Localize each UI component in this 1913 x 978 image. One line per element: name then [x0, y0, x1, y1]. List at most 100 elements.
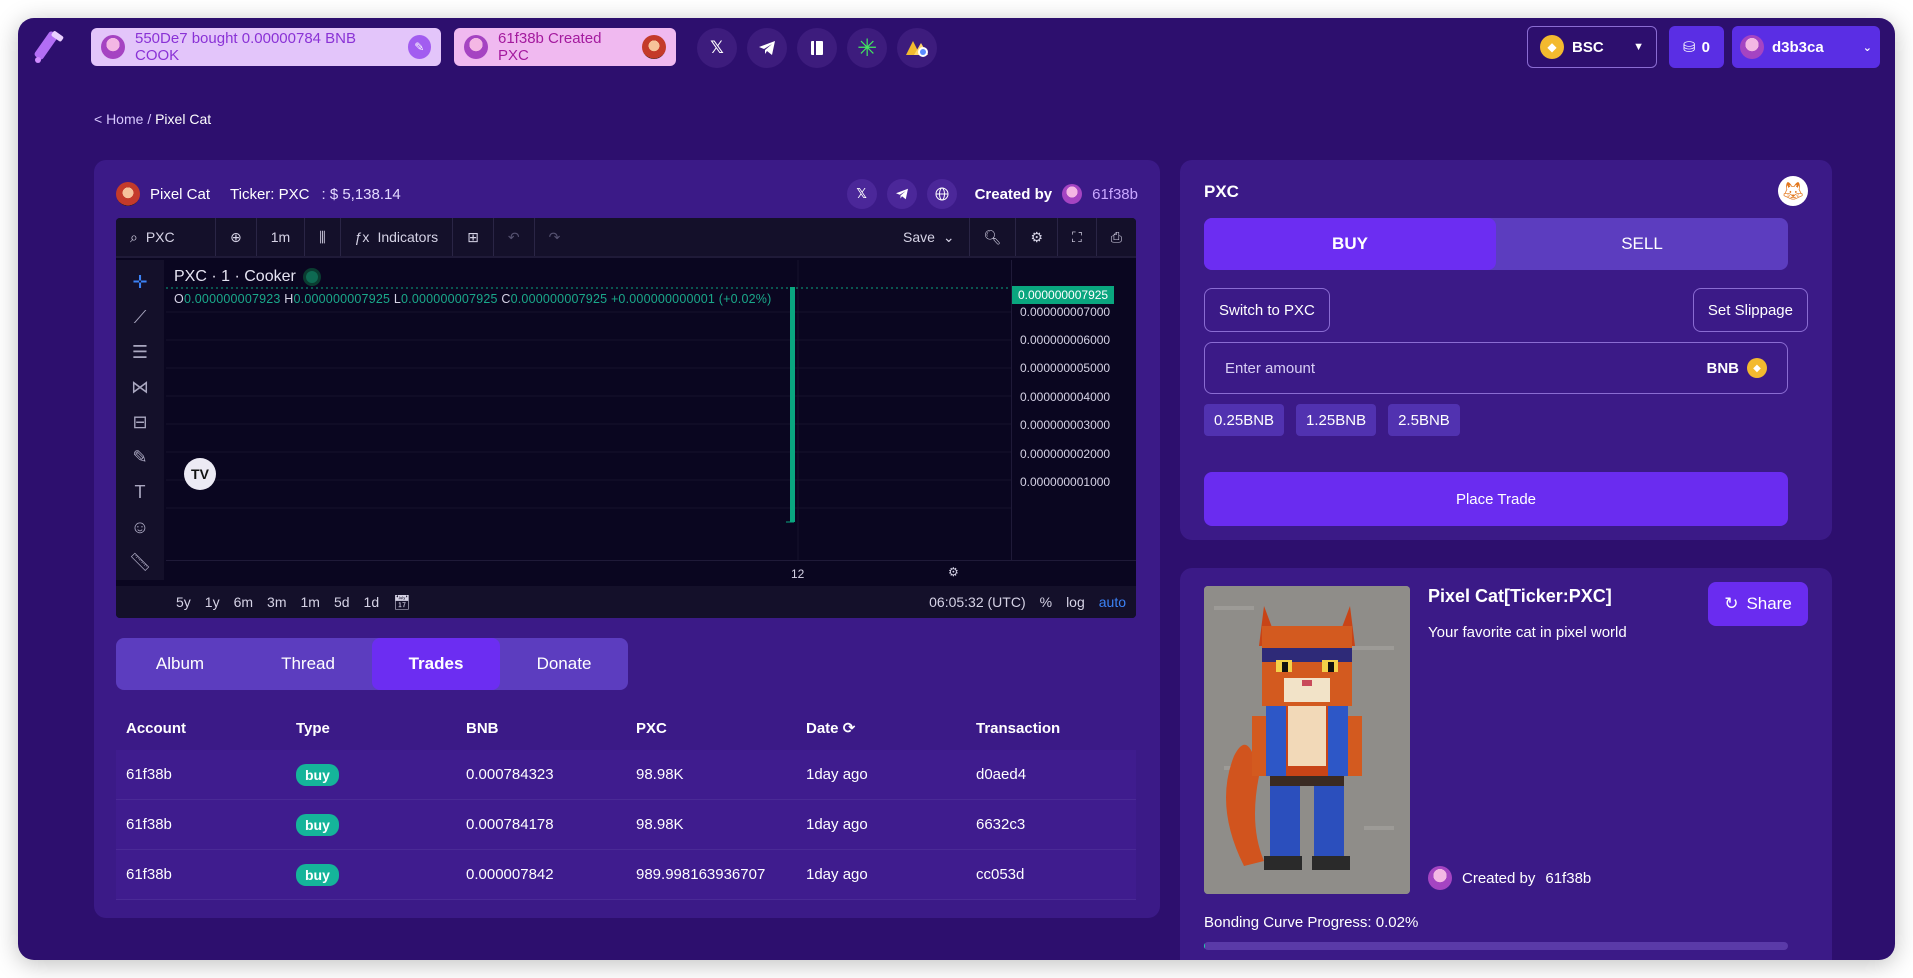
coin-count-button[interactable]: ⛁ 0	[1669, 26, 1724, 68]
undo-button[interactable]: ↶	[494, 218, 535, 256]
interval-button[interactable]: 1m	[257, 218, 306, 256]
user-avatar	[464, 35, 488, 59]
buy-sell-toggle: BUY SELL	[1204, 218, 1788, 270]
chain-select[interactable]: ◆ BSC ▼	[1527, 26, 1657, 68]
candle-type-button[interactable]: ⫼	[305, 218, 341, 256]
created-by-label: Created by	[974, 185, 1053, 203]
share-button[interactable]: ↻ Share	[1708, 582, 1808, 626]
price-chart[interactable]: ⌕ PXC ⊕ 1m ⫼ ƒx Indicators ⊞ ↶ ↷ Save ⌄	[116, 218, 1136, 618]
compare-button[interactable]: ⊕	[216, 218, 257, 256]
redo-button[interactable]: ↷	[535, 218, 575, 256]
function-icon: ƒx	[354, 229, 370, 245]
x-icon[interactable]: 𝕏	[697, 28, 737, 68]
token-name: Pixel Cat	[150, 185, 211, 203]
crosshair-icon[interactable]: ✛	[132, 272, 147, 293]
indicators-button[interactable]: ƒx Indicators	[341, 218, 454, 256]
settings-button[interactable]: ⚙	[1015, 218, 1057, 256]
account-link[interactable]: 61f38b	[116, 766, 286, 783]
buy-tab[interactable]: BUY	[1204, 218, 1496, 270]
account-link[interactable]: 61f38b	[116, 816, 286, 833]
sell-tab[interactable]: SELL	[1496, 218, 1788, 270]
x-icon[interactable]: 𝕏	[846, 179, 877, 209]
ticker-feed-item[interactable]: 61f38b Created PXC	[454, 28, 676, 66]
switch-token-button[interactable]: Switch to PXC	[1204, 288, 1330, 332]
chart-time: 06:05:32 (UTC)	[929, 594, 1026, 610]
quick-amount-button[interactable]: 0.25BNB	[1204, 404, 1285, 436]
market-status-dot	[305, 271, 318, 283]
ticker-feed-item[interactable]: 550De7 bought 0.00000784 BNB COOK ✎	[91, 28, 441, 66]
telegram-icon[interactable]	[747, 28, 787, 68]
gitbook-icon[interactable]	[897, 28, 937, 68]
amount-input[interactable]	[1225, 359, 1707, 377]
docs-icon[interactable]	[797, 28, 837, 68]
chart-plot-area[interactable]: PXC · 1 · Cooker O0.000000007923 H0.0000…	[166, 260, 1011, 560]
column-header: Transaction	[976, 719, 1061, 737]
tradingview-logo[interactable]: TV	[184, 458, 216, 490]
date-cell: 1day ago	[806, 816, 868, 833]
quick-amount-button[interactable]: 2.5BNB	[1388, 404, 1460, 436]
range-1y[interactable]: 1y	[205, 594, 220, 610]
buy-badge: buy	[296, 763, 339, 786]
range-5y[interactable]: 5y	[176, 594, 191, 610]
metamask-icon[interactable]: 🦊︎	[1778, 176, 1808, 206]
symbol-search[interactable]: ⌕ PXC	[116, 218, 216, 256]
auto-scale-toggle[interactable]: auto	[1099, 594, 1126, 610]
table-row: 61f38b buy 0.000784178 98.98K 1day ago 6…	[116, 800, 1136, 850]
transaction-link[interactable]: cc053d	[966, 866, 1136, 883]
range-5d[interactable]: 5d	[334, 594, 350, 610]
quick-amount-button[interactable]: 1.25BNB	[1296, 404, 1377, 436]
text-icon[interactable]: T	[135, 482, 146, 503]
percent-scale-toggle[interactable]: %	[1040, 594, 1052, 610]
axis-settings-icon[interactable]: ⚙	[948, 565, 959, 579]
fullscreen-button[interactable]: ⛶	[1056, 218, 1096, 256]
quick-amounts: 0.25BNB 1.25BNB 2.5BNB	[1204, 404, 1460, 436]
amount-field[interactable]: BNB ◆	[1204, 342, 1788, 394]
log-scale-toggle[interactable]: log	[1066, 594, 1085, 610]
brush-icon[interactable]: ✎	[132, 447, 147, 468]
snapshot-button[interactable]: ⎙	[1095, 218, 1136, 256]
fib-icon[interactable]: ☰	[132, 342, 148, 363]
place-trade-button[interactable]: Place Trade	[1204, 472, 1788, 526]
globe-icon[interactable]	[926, 179, 957, 209]
range-1m[interactable]: 1m	[301, 594, 320, 610]
info-creator: Created by 61f38b	[1428, 866, 1591, 890]
quick-search-button[interactable]: 🔍︎	[968, 218, 1016, 256]
creator-link[interactable]: 61f38b	[1092, 186, 1138, 203]
set-slippage-button[interactable]: Set Slippage	[1692, 288, 1808, 332]
tab-album[interactable]: Album	[116, 638, 244, 690]
tab-trades[interactable]: Trades	[372, 638, 500, 690]
projection-icon[interactable]: ⊟	[132, 412, 147, 433]
telegram-icon[interactable]	[886, 179, 917, 209]
y-tick-label: 0.000000001000	[1020, 475, 1111, 489]
pattern-icon[interactable]: ⋈	[131, 377, 149, 398]
refresh-icon[interactable]: ⟳	[843, 720, 856, 737]
tab-thread[interactable]: Thread	[244, 638, 372, 690]
transaction-link[interactable]: 6632c3	[966, 816, 1136, 833]
save-button[interactable]: Save ⌄	[889, 218, 969, 256]
range-1d[interactable]: 1d	[364, 594, 380, 610]
transaction-link[interactable]: d0aed4	[966, 766, 1136, 783]
goto-date-icon[interactable]: 📅︎	[393, 594, 411, 611]
app-logo-icon[interactable]	[26, 26, 70, 70]
layouts-button[interactable]: ⊞	[453, 218, 494, 256]
range-6m[interactable]: 6m	[234, 594, 253, 610]
chart-range-bar: 5y 1y 6m 3m 1m 5d 1d 📅︎ 06:05:32 (UTC) %…	[116, 586, 1136, 618]
account-link[interactable]: 61f38b	[116, 866, 286, 883]
user-menu-button[interactable]: d3b3ca ⌄	[1732, 26, 1880, 68]
ruler-icon[interactable]: 📏︎	[129, 552, 152, 573]
token-image	[1204, 586, 1410, 894]
tab-donate[interactable]: Donate	[500, 638, 628, 690]
trendline-icon[interactable]: ⟋	[134, 307, 147, 328]
bnb-icon: ◆	[1540, 35, 1564, 59]
emoji-icon[interactable]: ☺	[131, 517, 149, 538]
price-axis[interactable]: 0.000000007925 0.000000007000 0.00000000…	[1011, 260, 1136, 560]
linktree-icon[interactable]: ✳	[847, 28, 887, 68]
trade-panel-title: PXC	[1204, 182, 1239, 201]
breadcrumb-home-link[interactable]: < Home	[94, 111, 143, 127]
table-header: Account Type BNB PXC Date ⟳ Transaction	[116, 706, 1136, 750]
buy-badge: buy	[296, 813, 339, 836]
range-3m[interactable]: 3m	[267, 594, 286, 610]
time-axis[interactable]: 12 ⚙	[166, 560, 1136, 586]
creator-link[interactable]: 61f38b	[1545, 870, 1591, 887]
column-header[interactable]: Date ⟳	[796, 719, 966, 737]
